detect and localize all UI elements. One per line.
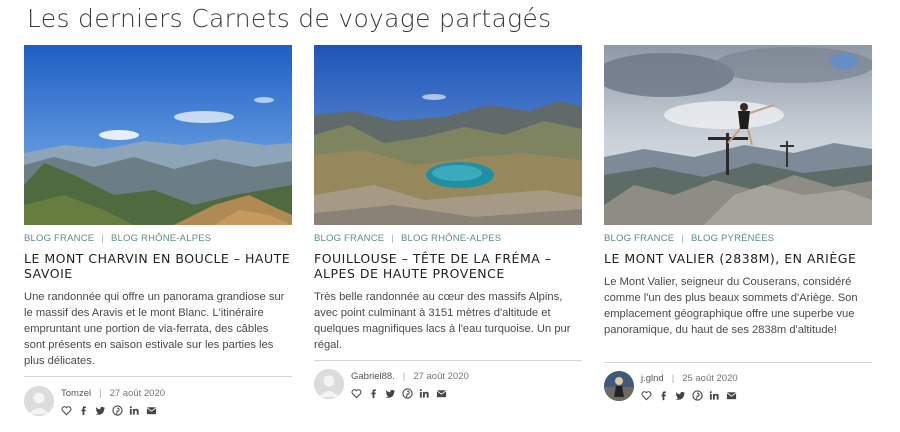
linkedin-icon[interactable]	[419, 388, 430, 399]
post-title[interactable]: FOUILLOUSE – TÊTE DE LA FRÉMA – ALPES DE…	[314, 251, 582, 281]
email-icon[interactable]	[726, 390, 737, 401]
post-excerpt: Une randonnée qui offre un panorama gran…	[24, 291, 285, 367]
post-categories: BLOG FRANCE | BLOG RHÔNE-ALPES	[314, 233, 501, 244]
post-thumbnail-image[interactable]	[24, 45, 292, 225]
category-link[interactable]: BLOG RHÔNE-ALPES	[111, 233, 211, 244]
post-title[interactable]: LE MONT CHARVIN EN BOUCLE – HAUTE SAVOIE	[24, 251, 292, 281]
linkedin-icon[interactable]	[709, 390, 720, 401]
default-user-avatar[interactable]	[24, 386, 54, 416]
post-thumbnail-image[interactable]	[604, 45, 872, 225]
divider	[314, 360, 582, 361]
author-row: j.glnd | 25 août 2020	[604, 371, 872, 401]
category-link[interactable]: BLOG PYRÉNÉES	[691, 233, 774, 244]
pinterest-icon[interactable]	[402, 387, 413, 399]
post-meta: Tomzel | 27 août 2020	[61, 388, 166, 399]
category-separator: |	[391, 233, 394, 244]
divider	[24, 376, 292, 377]
user-photo-avatar[interactable]	[604, 371, 634, 401]
post-excerpt: Très belle randonnée au cœur des massifs…	[314, 291, 571, 351]
category-link[interactable]: BLOG FRANCE	[314, 233, 384, 244]
post-date: 27 août 2020	[109, 388, 166, 399]
category-link[interactable]: BLOG FRANCE	[24, 233, 94, 244]
email-icon[interactable]	[436, 388, 447, 399]
default-user-avatar[interactable]	[314, 369, 344, 399]
post-date: 27 août 2020	[413, 371, 469, 382]
author-row: Tomzel | 27 août 2020	[24, 386, 292, 416]
post-excerpt: Le Mont Valier, seigneur du Couserans, c…	[604, 276, 858, 336]
author-name[interactable]: j.glnd	[641, 373, 664, 384]
post-categories: BLOG FRANCE | BLOG PYRÉNÉES	[604, 233, 774, 244]
share-icons	[61, 404, 157, 416]
email-icon[interactable]	[146, 405, 157, 416]
facebook-icon[interactable]	[658, 390, 669, 401]
pinterest-icon[interactable]	[692, 389, 703, 401]
share-icons	[351, 387, 447, 399]
post-thumbnail-image[interactable]	[314, 45, 582, 225]
category-separator: |	[681, 233, 684, 244]
author-name[interactable]: Tomzel	[61, 388, 91, 399]
post-meta: j.glnd | 25 août 2020	[641, 373, 738, 384]
facebook-icon[interactable]	[368, 388, 379, 399]
category-link[interactable]: BLOG FRANCE	[604, 233, 674, 244]
author-row: Gabriel88. | 27 août 2020	[314, 369, 582, 399]
heart-icon[interactable]	[61, 405, 72, 416]
category-separator: |	[101, 233, 104, 244]
post-card: BLOG FRANCE | BLOG RHÔNE-ALPES LE MONT CHA…	[24, 45, 292, 430]
twitter-icon[interactable]	[95, 405, 106, 416]
twitter-icon[interactable]	[385, 388, 396, 399]
author-name[interactable]: Gabriel88.	[351, 371, 395, 382]
post-card: BLOG FRANCE | BLOG PYRÉNÉES LE MONT VALIER…	[604, 45, 872, 430]
heart-icon[interactable]	[641, 390, 652, 401]
pinterest-icon[interactable]	[112, 404, 123, 416]
twitter-icon[interactable]	[675, 390, 686, 401]
post-title[interactable]: LE MONT VALIER (2838M), EN ARIÈGE	[604, 251, 872, 266]
category-link[interactable]: BLOG RHÔNE-ALPES	[401, 233, 501, 244]
facebook-icon[interactable]	[78, 405, 89, 416]
post-date: 25 août 2020	[682, 373, 738, 384]
post-card: BLOG FRANCE | BLOG RHÔNE-ALPES FOUILLOUSE …	[314, 45, 582, 430]
section-title: Les derniers Carnets de voyage partagés	[27, 4, 552, 33]
heart-icon[interactable]	[351, 388, 362, 399]
share-icons	[641, 389, 737, 401]
post-meta: Gabriel88. | 27 août 2020	[351, 371, 469, 382]
linkedin-icon[interactable]	[129, 405, 140, 416]
post-categories: BLOG FRANCE | BLOG RHÔNE-ALPES	[24, 233, 211, 244]
divider	[604, 362, 872, 363]
